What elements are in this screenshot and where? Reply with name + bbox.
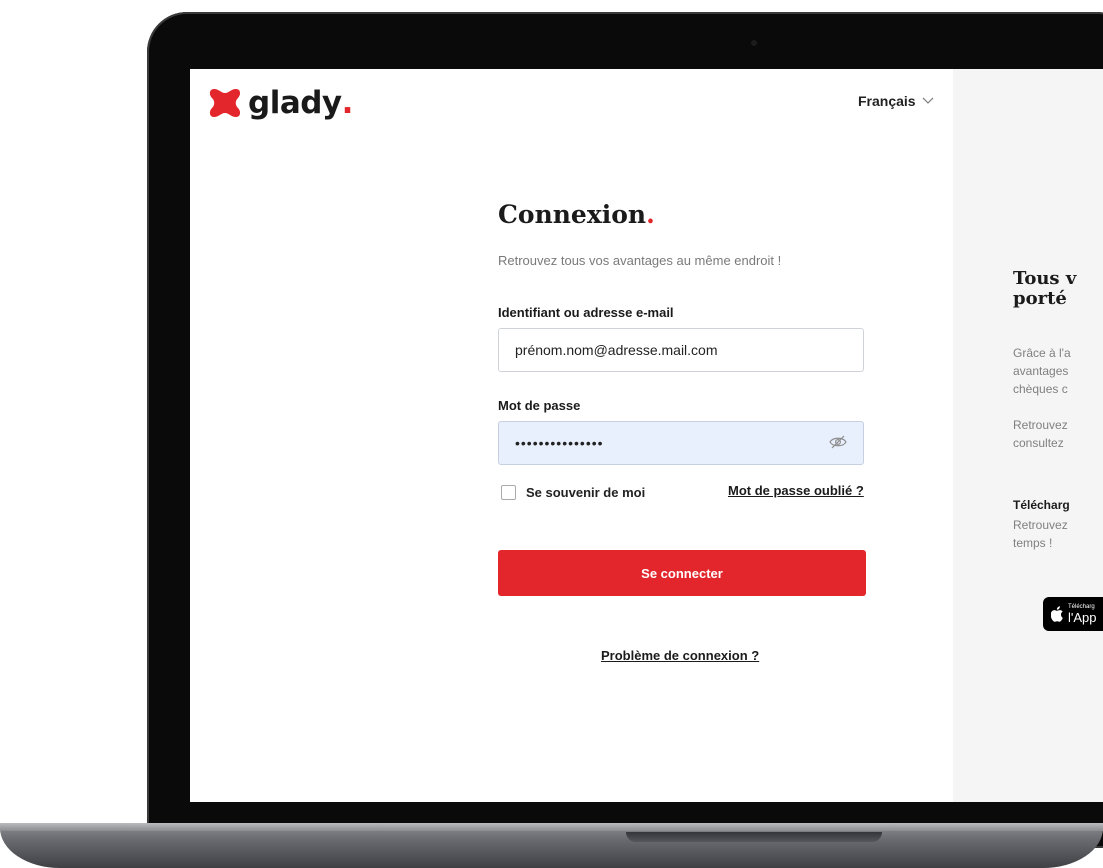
chevron-down-icon xyxy=(922,94,934,108)
promo-download-text: Retrouvez temps ! xyxy=(1013,518,1068,550)
screen: glady . Français Connexion. Retrouvez to… xyxy=(190,69,1103,802)
login-problem-link[interactable]: Problème de connexion ? xyxy=(601,648,759,663)
laptop-base-edge xyxy=(0,823,1103,831)
glady-logo[interactable]: glady . xyxy=(208,85,353,121)
identifier-value: prénom.nom@adresse.mail.com xyxy=(515,342,718,358)
page-title: Connexion. xyxy=(498,200,655,229)
eye-slash-icon[interactable] xyxy=(829,435,847,452)
glady-logo-icon xyxy=(209,89,241,117)
page-subtitle: Retrouvez tous vos avantages au même end… xyxy=(498,253,782,268)
promo-paragraph-2: Retrouvez consultez xyxy=(1013,418,1068,450)
password-label: Mot de passe xyxy=(498,398,581,413)
camera xyxy=(751,40,757,46)
promo-download-heading: Télécharg xyxy=(1013,498,1070,512)
promo-title: Tous v porté xyxy=(1013,268,1077,309)
logo-dot: . xyxy=(341,85,354,121)
app-store-badge[interactable]: Télécharg l'App xyxy=(1043,597,1103,631)
language-selector[interactable]: Français xyxy=(858,93,934,109)
identifier-label: Identifiant ou adresse e-mail xyxy=(498,305,674,320)
remember-me[interactable]: Se souvenir de moi xyxy=(501,485,645,500)
forgot-password-link[interactable]: Mot de passe oublié ? xyxy=(728,483,864,498)
login-button[interactable]: Se connecter xyxy=(498,550,866,596)
page-title-text: Connexion xyxy=(498,200,647,229)
language-label: Français xyxy=(858,93,916,109)
logo-text: glady xyxy=(248,85,342,121)
remember-me-checkbox[interactable] xyxy=(501,485,516,500)
app-store-big-text: l'App xyxy=(1068,609,1097,625)
apple-icon xyxy=(1051,606,1063,622)
title-dot: . xyxy=(646,200,655,229)
identifier-input[interactable]: prénom.nom@adresse.mail.com xyxy=(498,328,864,372)
promo-paragraph-1: Grâce à l'a avantages chèques c xyxy=(1013,346,1071,396)
remember-me-label: Se souvenir de moi xyxy=(526,485,646,500)
laptop-notch xyxy=(626,832,882,842)
password-value: ••••••••••••••• xyxy=(515,435,604,451)
password-input[interactable]: ••••••••••••••• xyxy=(498,421,864,465)
